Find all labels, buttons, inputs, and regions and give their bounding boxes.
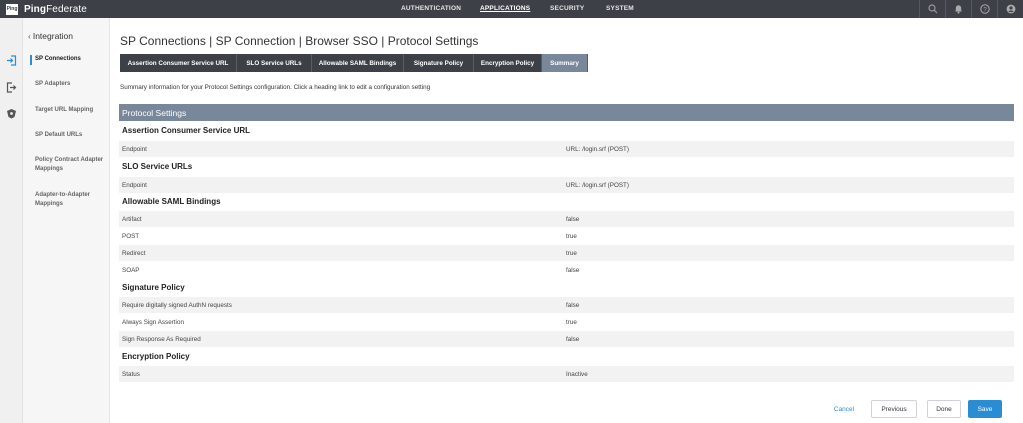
previous-button[interactable]: Previous xyxy=(871,400,917,418)
row-value: true xyxy=(566,249,577,257)
row-key: Sign Response As Required xyxy=(122,335,201,343)
table-row: Always Sign Assertion true xyxy=(119,314,1014,330)
icon-rail xyxy=(0,18,23,423)
table-row: POST true xyxy=(119,228,1014,244)
tab-signature-policy[interactable]: Signature Policy xyxy=(404,54,474,72)
tab-allowable-saml-bindings[interactable]: Allowable SAML Bindings xyxy=(312,54,404,72)
table-row: Endpoint URL: /login.srf (POST) xyxy=(119,177,1014,193)
shield-icon[interactable] xyxy=(5,107,18,120)
tab-summary[interactable]: Summary xyxy=(542,54,588,72)
nav-security[interactable]: SECURITY xyxy=(550,5,584,12)
row-key: Require digitally signed AuthN requests xyxy=(122,301,232,309)
chevron-left-icon: ‹ xyxy=(28,31,31,41)
row-key: SOAP xyxy=(122,266,140,274)
tab-encryption-policy[interactable]: Encryption Policy xyxy=(474,54,542,72)
row-value: false xyxy=(566,301,580,309)
row-value: URL: /login.srf (POST) xyxy=(566,181,629,189)
table-row: Require digitally signed AuthN requests … xyxy=(119,297,1014,313)
row-value: Inactive xyxy=(566,370,588,378)
group-heading-encryption[interactable]: Encryption Policy xyxy=(122,352,190,361)
sidebar-item-sp-connections[interactable]: SP Connections xyxy=(35,55,107,64)
row-value: URL: /login.srf (POST) xyxy=(566,145,629,153)
row-key: Endpoint xyxy=(122,181,147,189)
row-key: Always Sign Assertion xyxy=(122,318,184,326)
sign-in-icon[interactable] xyxy=(5,54,18,67)
sign-out-icon[interactable] xyxy=(5,81,18,94)
nav-authentication[interactable]: AUTHENTICATION xyxy=(401,5,461,12)
bell-icon[interactable] xyxy=(945,0,971,18)
row-key: Endpoint xyxy=(122,145,147,153)
table-row: Artifact false xyxy=(119,211,1014,227)
nav-system[interactable]: SYSTEM xyxy=(606,5,634,12)
user-icon[interactable] xyxy=(997,0,1023,18)
table-row: Status Inactive xyxy=(119,366,1014,382)
row-key: POST xyxy=(122,232,140,240)
page-title: SP Connections | SP Connection | Browser… xyxy=(120,34,479,48)
back-link[interactable]: ‹ Integration xyxy=(28,31,73,41)
cancel-button[interactable]: Cancel xyxy=(826,400,862,418)
sidebar: ‹ Integration SP Connections SP Adapters … xyxy=(23,18,110,423)
intro-text: Summary information for your Protocol Se… xyxy=(120,84,431,91)
group-heading-signature[interactable]: Signature Policy xyxy=(122,283,185,292)
table-row: Endpoint URL: /login.srf (POST) xyxy=(119,141,1014,157)
save-button[interactable]: Save xyxy=(968,400,1002,418)
section-header: Protocol Settings xyxy=(119,104,1014,121)
sidebar-item-sp-default-urls[interactable]: SP Default URLs xyxy=(35,131,107,140)
active-indicator xyxy=(30,55,32,65)
table-row: Sign Response As Required false xyxy=(119,331,1014,347)
row-value: false xyxy=(566,215,580,223)
done-button[interactable]: Done xyxy=(927,400,961,418)
group-heading-acs[interactable]: Assertion Consumer Service URL xyxy=(122,126,250,135)
sidebar-item-target-url-mapping[interactable]: Target URL Mapping xyxy=(35,106,107,115)
row-key: Redirect xyxy=(122,249,146,257)
table-row: Redirect true xyxy=(119,245,1014,261)
tab-slo-service-urls[interactable]: SLO Service URLs xyxy=(237,54,312,72)
row-value: false xyxy=(566,266,580,274)
main-content: SP Connections | SP Connection | Browser… xyxy=(110,18,1023,423)
group-heading-bindings[interactable]: Allowable SAML Bindings xyxy=(122,197,221,206)
row-value: true xyxy=(566,318,577,326)
nav-applications[interactable]: APPLICATIONS xyxy=(480,5,530,12)
sidebar-item-adapter-to-adapter-mappings[interactable]: Adapter-to-Adapter Mappings xyxy=(35,191,105,209)
help-icon[interactable]: ? xyxy=(971,0,997,18)
row-key: Artifact xyxy=(122,215,142,223)
group-heading-slo[interactable]: SLO Service URLs xyxy=(122,162,192,171)
wizard-tabs: Assertion Consumer Service URL SLO Servi… xyxy=(120,54,588,72)
sidebar-item-sp-adapters[interactable]: SP Adapters xyxy=(35,80,107,89)
sidebar-item-policy-contract-adapter-mappings[interactable]: Policy Contract Adapter Mappings xyxy=(35,156,105,174)
top-icons: ? xyxy=(919,0,1023,18)
search-icon[interactable] xyxy=(919,0,945,18)
table-row: SOAP false xyxy=(119,262,1014,278)
top-nav: AUTHENTICATION APPLICATIONS SECURITY SYS… xyxy=(0,0,1023,18)
row-value: false xyxy=(566,335,580,343)
row-key: Status xyxy=(122,370,140,378)
row-value: true xyxy=(566,232,577,240)
tab-assertion-consumer-service-url[interactable]: Assertion Consumer Service URL xyxy=(120,54,237,72)
